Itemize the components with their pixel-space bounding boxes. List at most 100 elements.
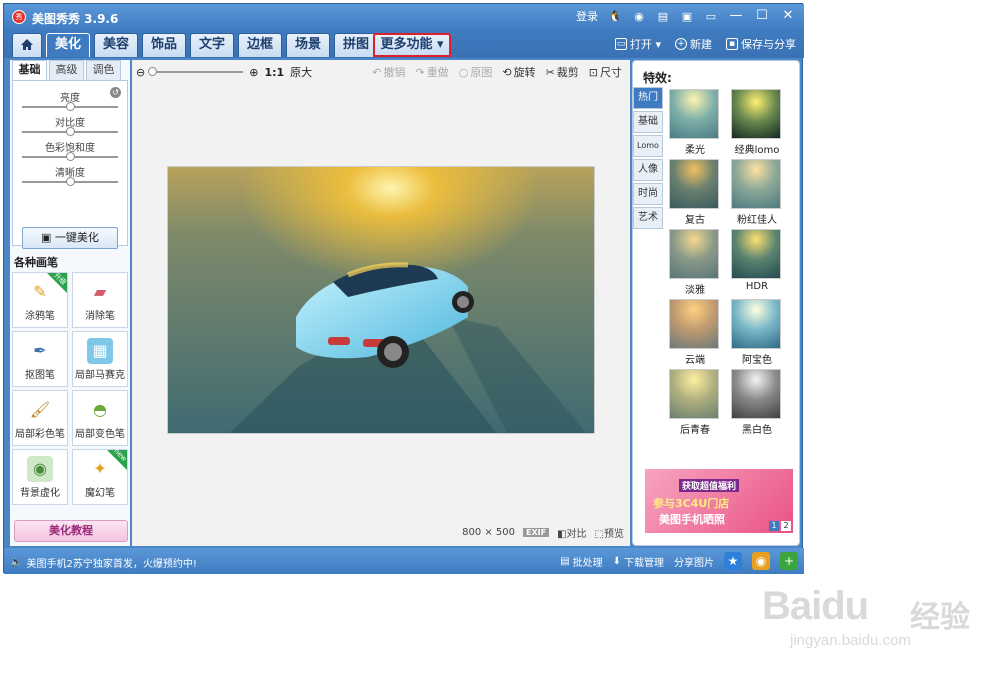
batch-button[interactable]: ▤ 批处理 <box>560 554 602 569</box>
effect-post-youth[interactable]: 后青春 <box>669 369 721 436</box>
pen-nib-icon: ✒ <box>33 341 47 360</box>
magic-photo-icon: ▣ <box>41 231 55 244</box>
minimize-icon[interactable]: — <box>728 8 744 24</box>
star-icon[interactable]: ★ <box>724 552 742 570</box>
folder-icon: ▭ <box>614 38 627 50</box>
photo-canvas[interactable] <box>167 166 595 434</box>
share-label: 分享图片 <box>674 557 714 569</box>
zoom-in-icon[interactable]: ⊕ <box>249 66 258 79</box>
zoom-slider[interactable] <box>148 67 244 76</box>
beautify-tutorial-button[interactable]: 美化教程 <box>14 520 128 542</box>
category-portrait[interactable]: 人像 <box>633 159 663 181</box>
download-manager-button[interactable]: ⬇ 下载管理 <box>613 554 664 569</box>
crop-button[interactable]: ✂ 裁剪 <box>546 64 579 80</box>
subtab-basic[interactable]: 基础 <box>12 60 47 80</box>
qq-icon[interactable]: 🐧 <box>608 9 622 23</box>
compare-button[interactable]: ◧对比 <box>557 525 586 540</box>
tab-more-features[interactable]: 更多功能 ▾ <box>373 33 451 57</box>
one-key-beautify-button[interactable]: ▣ 一键美化 <box>22 227 118 249</box>
tab-scene[interactable]: 场景 <box>286 33 330 57</box>
saturation-slider[interactable]: 色彩饱和度 <box>13 139 127 161</box>
left-panel: 基础 高级 调色 ↺ 亮度 对比度 色彩饱和度 清晰度 ▣ 一键美化 各种画笔 … <box>10 60 130 546</box>
contrast-slider[interactable]: 对比度 <box>13 114 127 136</box>
category-basic[interactable]: 基础 <box>633 111 663 133</box>
tab-beautify[interactable]: 美化 <box>46 33 90 57</box>
redo-button[interactable]: ↷ 重做 <box>416 64 449 80</box>
banner-page-2[interactable]: 2 <box>781 521 791 531</box>
menu-icon[interactable]: ▤ <box>656 9 670 23</box>
tab-frame[interactable]: 边框 <box>238 33 282 57</box>
zoom-knob[interactable] <box>148 67 158 76</box>
open-button[interactable]: ▭ 打开 ▾ <box>614 36 661 52</box>
banner-page-1[interactable]: 1 <box>769 521 779 531</box>
undo-button[interactable]: ↶ 撤销 <box>372 64 405 80</box>
zoom-ratio[interactable]: 1:1 <box>264 66 284 79</box>
resize-button[interactable]: ⊡ 尺寸 <box>589 64 622 80</box>
effect-soft-light[interactable]: 柔光 <box>669 89 721 156</box>
effect-elegant[interactable]: 淡雅 <box>669 229 721 296</box>
category-art[interactable]: 艺术 <box>633 207 663 229</box>
tab-home[interactable] <box>12 33 42 57</box>
adjust-box: ↺ 亮度 对比度 色彩饱和度 清晰度 ▣ 一键美化 <box>12 80 128 249</box>
plus-icon[interactable]: + <box>780 552 798 570</box>
brush-local-color[interactable]: 🖌 局部彩色笔 <box>12 390 68 446</box>
close-icon[interactable]: ✕ <box>780 8 796 24</box>
brush-magic[interactable]: ✦ 魔幻笔 new <box>72 447 128 505</box>
category-fashion[interactable]: 时尚 <box>633 183 663 205</box>
brush-recolor[interactable]: ◓ 局部变色笔 <box>72 390 128 446</box>
slider-knob[interactable] <box>66 177 75 186</box>
login-link[interactable]: 登录 <box>576 8 598 24</box>
maximize-icon[interactable]: ☐ <box>754 8 770 24</box>
weibo-icon[interactable]: ◉ <box>632 9 646 23</box>
slider-knob[interactable] <box>66 152 75 161</box>
save-icon: ▪ <box>726 38 738 50</box>
save-share-button[interactable]: ▪ 保存与分享 <box>726 36 796 52</box>
zoom-bar: ⊖ ⊕ 1:1 原大 <box>136 64 312 80</box>
effect-hdr[interactable]: HDR <box>731 229 783 295</box>
new-button[interactable]: + 新建 <box>675 36 712 52</box>
rotate-button[interactable]: ⟲ 旋转 <box>502 64 535 80</box>
subtab-color[interactable]: 调色 <box>86 60 121 80</box>
tab-face[interactable]: 美容 <box>94 33 138 57</box>
tab-collage[interactable]: 拼图 <box>334 33 378 57</box>
effect-pink-lady[interactable]: 粉红佳人 <box>731 159 783 226</box>
effect-abao[interactable]: 阿宝色 <box>731 299 783 366</box>
preview-button[interactable]: ⬚预览 <box>595 525 624 540</box>
sharpness-slider[interactable]: 清晰度 <box>13 164 127 186</box>
resize-icon: ⊡ <box>588 65 598 79</box>
original-button[interactable]: ○ 原图 <box>459 64 493 80</box>
slider-track[interactable] <box>22 127 118 136</box>
brush-doodle[interactable]: ✎ 涂鸦笔 升级 <box>12 271 68 328</box>
promo-banner[interactable]: 获取超值福利 参与3C4U门店 美图手机晒照 1 2 <box>645 469 793 533</box>
slider-knob[interactable] <box>66 127 75 136</box>
zoom-out-icon[interactable]: ⊖ <box>136 66 145 79</box>
category-hot[interactable]: 热门 <box>633 87 663 109</box>
brush-mosaic[interactable]: ▦ 局部马赛克 <box>72 331 128 387</box>
news-ticker[interactable]: 美图手机2苏宁独家首发，火爆预约中! <box>26 555 196 570</box>
skin-icon[interactable]: ▣ <box>680 9 694 23</box>
reset-icon[interactable]: ↺ <box>110 87 121 98</box>
tab-accessories[interactable]: 饰品 <box>142 33 186 57</box>
tab-text[interactable]: 文字 <box>190 33 234 57</box>
weibo-share-icon[interactable]: ◉ <box>752 552 770 570</box>
subtab-advanced[interactable]: 高级 <box>49 60 84 80</box>
brush-eraser[interactable]: ▰ 消除笔 <box>72 272 128 328</box>
brush-background-blur[interactable]: ◉ 背景虚化 <box>12 449 68 505</box>
speaker-icon: 🔈 <box>10 557 23 568</box>
effect-classic-lomo[interactable]: 经典lomo <box>731 89 783 156</box>
effect-cloud[interactable]: 云端 <box>669 299 721 366</box>
category-lomo[interactable]: Lomo <box>633 135 663 157</box>
feedback-icon[interactable]: ▭ <box>704 9 718 23</box>
share-image-button[interactable]: 分享图片 <box>674 554 714 569</box>
original-size-button[interactable]: 原大 <box>290 64 312 80</box>
effect-retro[interactable]: 复古 <box>669 159 721 226</box>
slider-knob[interactable] <box>66 102 75 111</box>
brush-cutout[interactable]: ✒ 抠图笔 <box>12 331 68 387</box>
effect-thumbnail <box>669 299 719 349</box>
slider-track[interactable] <box>22 177 118 186</box>
slider-track[interactable] <box>22 152 118 161</box>
effect-black-white[interactable]: 黑白色 <box>731 369 783 436</box>
plus-circle-icon: + <box>675 38 687 50</box>
exif-button[interactable]: EXIF <box>523 528 550 537</box>
slider-track[interactable] <box>22 102 118 111</box>
